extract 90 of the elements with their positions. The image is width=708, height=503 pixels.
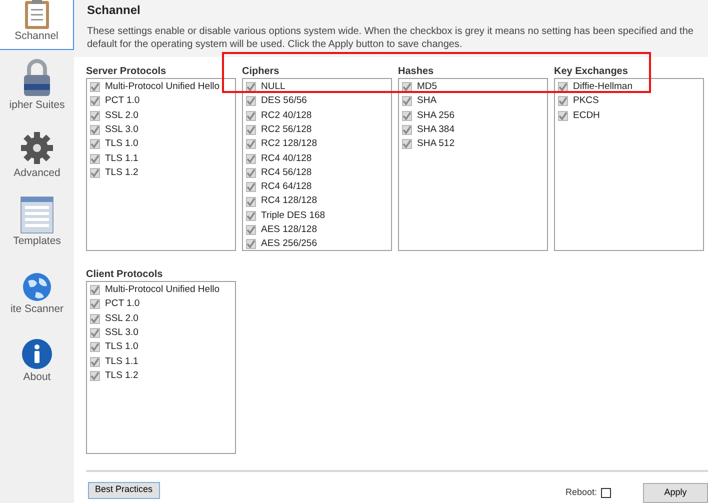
checkbox[interactable] <box>246 82 256 92</box>
checkbox-label: PCT 1.0 <box>105 297 140 312</box>
apply-button[interactable]: Apply <box>643 482 708 502</box>
checkbox[interactable] <box>90 96 100 106</box>
checkbox-label: PCT 1.0 <box>105 94 140 108</box>
checkbox-label: Multi-Protocol Unified Hello <box>105 283 220 298</box>
checkbox[interactable] <box>90 110 100 121</box>
checkbox[interactable] <box>246 125 256 136</box>
checkbox[interactable] <box>246 239 256 250</box>
checkbox-label: RC4 128/128 <box>261 194 317 208</box>
checkbox[interactable] <box>90 139 100 150</box>
checkbox[interactable] <box>90 154 100 164</box>
group-heading: Ciphers <box>242 65 280 78</box>
reboot-checkbox[interactable] <box>601 488 611 498</box>
checkbox-label: NULL <box>261 80 286 94</box>
group-heading: Server Protocols <box>86 65 168 78</box>
gear-icon <box>19 130 55 166</box>
sidebar-item[interactable]: Schannel <box>0 0 74 50</box>
info-icon <box>21 338 53 370</box>
checkbox-label: TLS 1.2 <box>105 166 138 180</box>
globe-icon <box>22 272 52 302</box>
checkbox-label: Multi-Protocol Unified Hello <box>105 80 220 94</box>
checkbox[interactable] <box>90 168 100 178</box>
sidebar-item[interactable]: Templates <box>0 186 74 254</box>
checkbox-label: AES 256/256 <box>261 237 317 250</box>
checkbox-label: SSL 3.0 <box>105 326 138 340</box>
checkbox[interactable] <box>90 285 100 296</box>
checkbox-label: TLS 1.1 <box>105 354 138 368</box>
checkbox[interactable] <box>90 356 100 367</box>
checkbox[interactable] <box>246 196 256 207</box>
checkbox-label: SSL 2.0 <box>105 108 138 123</box>
list-window-icon <box>20 196 54 234</box>
checkbox[interactable] <box>90 125 100 136</box>
checkbox-label: TLS 1.0 <box>105 340 138 354</box>
description-text: These settings enable or disable various options system wide. When the checkbox is grey it means no setting has been specified and the default for the operating system will be used. Click the Apply button to save changes. <box>87 25 694 51</box>
checkbox[interactable] <box>246 96 256 106</box>
checkbox-label: SHA 384 <box>417 122 454 137</box>
checkbox[interactable] <box>246 110 256 121</box>
checkbox[interactable] <box>558 82 568 92</box>
reboot-label: Reboot: <box>565 486 597 499</box>
checkbox[interactable] <box>246 225 256 236</box>
checkbox[interactable] <box>558 110 568 121</box>
sidebar-item[interactable]: ite Scanner <box>0 254 74 322</box>
page-title: Schannel <box>87 2 142 19</box>
checkbox-label: SSL 3.0 <box>105 122 138 137</box>
checkbox-label: SHA 256 <box>417 108 454 123</box>
checkbox[interactable] <box>246 182 256 192</box>
checkbox[interactable] <box>90 328 100 338</box>
checkbox-label: MD5 <box>417 80 438 94</box>
checkbox[interactable] <box>402 139 412 150</box>
checkbox-label: SHA <box>417 94 437 108</box>
checkbox-label: RC4 64/128 <box>261 180 312 194</box>
checkbox-label: DES 56/56 <box>261 94 307 108</box>
group-heading: Client Protocols <box>86 268 164 281</box>
checkbox-label: RC4 56/128 <box>261 166 312 180</box>
sidebar-item[interactable]: Advanced <box>0 118 74 186</box>
checkbox[interactable] <box>246 139 256 150</box>
checkbox-label: Triple DES 168 <box>261 208 326 223</box>
checkbox-label: ECDH <box>573 108 600 123</box>
checkbox[interactable] <box>90 299 100 310</box>
checkbox-label: TLS 1.1 <box>105 152 138 166</box>
checkbox-label: RC2 56/128 <box>261 122 312 137</box>
checkbox[interactable] <box>558 96 568 106</box>
checkbox[interactable] <box>246 210 256 221</box>
sidebar-item[interactable]: ipher Suites <box>0 50 74 118</box>
checkbox[interactable] <box>246 154 256 164</box>
checkbox[interactable] <box>402 125 412 136</box>
checkbox[interactable] <box>246 168 256 178</box>
checkbox[interactable] <box>90 82 100 92</box>
checkbox[interactable] <box>402 96 412 106</box>
checkbox-label: RC4 40/128 <box>261 152 312 166</box>
checkbox[interactable] <box>90 342 100 352</box>
checkbox[interactable] <box>402 82 412 92</box>
group-heading: Hashes <box>398 65 435 78</box>
group-heading: Key Exchanges <box>554 65 629 78</box>
checkbox-label: SSL 2.0 <box>105 312 138 326</box>
checkbox-label: PKCS <box>573 94 599 108</box>
checkbox[interactable] <box>402 110 412 121</box>
checkbox-label: TLS 1.0 <box>105 137 138 152</box>
checkbox-label: RC2 40/128 <box>261 108 312 123</box>
checkbox-label: TLS 1.2 <box>105 368 138 383</box>
checkbox-label: AES 128/128 <box>261 222 317 237</box>
checkbox-label: RC2 128/128 <box>261 137 317 152</box>
checkbox[interactable] <box>90 370 100 381</box>
checkbox-label: SHA 512 <box>417 137 454 152</box>
sidebar-item[interactable]: About <box>0 322 74 390</box>
best-practices-button[interactable]: Best Practices <box>88 482 160 498</box>
clipboard-icon <box>24 0 50 30</box>
checkbox[interactable] <box>90 314 100 324</box>
checkbox-label: Diffie-Hellman <box>573 80 632 94</box>
